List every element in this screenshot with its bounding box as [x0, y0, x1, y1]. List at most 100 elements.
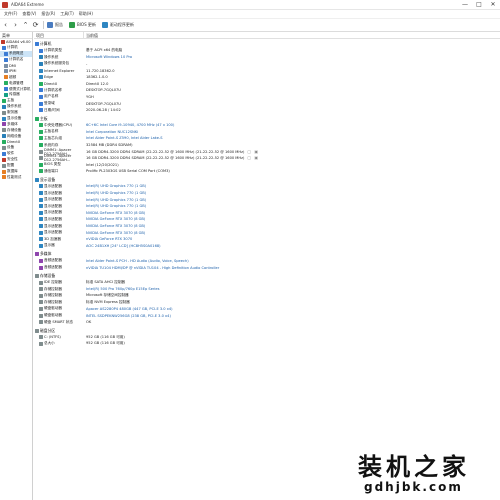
toolbar-button-0[interactable]: 报告: [47, 22, 63, 28]
value-cell: nVIDIA GeForce RTX 3070: [86, 237, 132, 241]
table-row[interactable]: 显示器 AOC 24B1XH [24" LCD] (HC8H5S0A0168): [34, 243, 500, 250]
table-row[interactable]: 系统内存 32584 MB (DDR4 SDRAM): [34, 142, 500, 149]
table-row[interactable]: 硬盘驱动器 Apacer AS2280P4 480GB (447 GB, PCI-…: [34, 306, 500, 313]
table-row[interactable]: 计算机名称 DESKTOP-7GQL07U: [34, 87, 500, 94]
table-row[interactable]: 主板芯片组 Intel Alder Point-S Z590, Intel Ald…: [34, 135, 500, 142]
table-row[interactable]: 显示适配器 NVIDIA GeForce RTX 3070 (8 GB): [34, 229, 500, 236]
forward-icon[interactable]: ›: [11, 21, 20, 30]
value-text[interactable]: nVIDIA TU104 HDMI/DP @ nVIDIA TU104 - Hi…: [86, 266, 219, 270]
table-row[interactable]: 主板名称 Intel Corporation NUC12SNKi: [34, 129, 500, 136]
table-row[interactable]: 显示适配器 Intel(R) UHD Graphics 770 (1 GB): [34, 183, 500, 190]
value-text[interactable]: nVIDIA GeForce RTX 3070: [86, 237, 132, 241]
value-text[interactable]: Intel(R) UHD Graphics 770 (1 GB): [86, 191, 146, 195]
column-value-header[interactable]: 当前值: [84, 32, 98, 38]
field-icon: [39, 306, 43, 311]
table-row[interactable]: 硬盘 SMART 状态 OK: [34, 319, 500, 326]
value-text[interactable]: AOC 24B1XH [24" LCD] (HC8H5S0A0168): [86, 244, 161, 248]
table-row[interactable]: 操作系统服务包 -: [34, 61, 500, 68]
value-cell: Intel(R) UHD Graphics 770 (1 GB): [86, 204, 146, 208]
table-row[interactable]: 总大小 952 GB (116 GB 可用): [34, 341, 500, 348]
value-text[interactable]: Intel Alder Point-S PCH - HD Audio (Audi…: [86, 259, 189, 263]
back-icon[interactable]: ‹: [1, 21, 10, 30]
column-field-header[interactable]: 项目: [34, 32, 84, 38]
value-cell: NVIDIA GeForce RTX 3070 (8 GB): [86, 217, 145, 221]
table-row[interactable]: 硬盘驱动器 INTEL SSDPEKNW256G8 (238 GB, PCI-E …: [34, 312, 500, 319]
toolbar-button-2[interactable]: 驱动程序更新: [101, 22, 134, 28]
table-row[interactable]: 3D 加速器 nVIDIA GeForce RTX 3070: [34, 236, 500, 243]
table-row[interactable]: 用户名称 YGH: [34, 94, 500, 101]
value-text[interactable]: NVIDIA GeForce RTX 3070 (8 GB): [86, 224, 145, 228]
table-row[interactable]: Edge 18362.1.0.0: [34, 74, 500, 81]
table-row[interactable]: 中央处理器(CPU) 6C+6C Intel Core i9-10940, 470…: [34, 122, 500, 129]
value-cell: Prolific PL2303GS USB Serial COM Port (C…: [86, 169, 170, 173]
value-text[interactable]: Microsoft Windows 10 Pro: [86, 55, 132, 59]
value-cell: Microsoft Windows 10 Pro: [86, 55, 132, 59]
table-row[interactable]: 显示适配器 Intel(R) UHD Graphics 770 (1 GB): [34, 190, 500, 197]
table-row[interactable]: 显示适配器 Intel(R) UHD Graphics 770 (1 GB): [34, 196, 500, 203]
table-row[interactable]: 日期/时间 2020-06-28 / 14:02: [34, 107, 500, 114]
table-row[interactable]: 显示适配器 NVIDIA GeForce RTX 3070 (8 GB): [34, 210, 500, 217]
field-icon: [39, 184, 43, 189]
table-row[interactable]: 音频适配器 Intel Alder Point-S PCH - HD Audio …: [34, 258, 500, 265]
field-cell: 显示器: [34, 243, 86, 248]
tree-item-icon: [2, 163, 6, 168]
table-row[interactable]: 通信端口 Prolific PL2303GS USB Serial COM Por…: [34, 168, 500, 175]
table-row[interactable]: 显示适配器 Intel(R) UHD Graphics 770 (1 GB): [34, 203, 500, 210]
copy-icon[interactable]: ▢: [247, 149, 251, 154]
table-row[interactable]: DirectX DirectX 12.0: [34, 80, 500, 87]
section: 多媒体 音频适配器 Intel Alder Point-S PCH - HD Aud…: [34, 251, 500, 271]
value-text[interactable]: INTEL SSDPEKNW256G8 (238 GB, PCI-E 3.0 x…: [86, 314, 171, 318]
value-text[interactable]: Intel Alder Point-S Z590, Intel Alder La…: [86, 136, 163, 140]
tree-item-label: DirectX: [7, 140, 21, 145]
toolbar-button-1[interactable]: BIOS 更新: [69, 22, 96, 28]
value-cell: NVIDIA GeForce RTX 3070 (8 GB): [86, 224, 145, 228]
value-cell: NVIDIA GeForce RTX 3070 (8 GB): [86, 211, 145, 215]
value-text[interactable]: NVIDIA GeForce RTX 3070 (8 GB): [86, 231, 145, 235]
value-text[interactable]: Intel(R) 500 Pro 760p/760p E15Ep Series: [86, 287, 159, 291]
section-icon: [35, 177, 39, 182]
table-row[interactable]: 登录域 DESKTOP-7GQL07U: [34, 100, 500, 107]
table-row[interactable]: C: (NTFS) 952 GB (116 GB 可用): [34, 334, 500, 341]
field-icon: [39, 224, 43, 229]
table-row[interactable]: Internet Explorer 11.720.18362.0: [34, 67, 500, 74]
tree-item-label: 软件: [7, 151, 15, 156]
menu-report[interactable]: 报告(R): [41, 11, 55, 17]
info-icon[interactable]: ▣: [254, 149, 258, 154]
minimize-icon[interactable]: —: [458, 0, 472, 10]
table-row[interactable]: BIOS 类型 Intel (12/20/2021): [34, 162, 500, 169]
table-row[interactable]: 显示适配器 NVIDIA GeForce RTX 3070 (8 GB): [34, 223, 500, 230]
field-cell: 显示适配器: [34, 217, 86, 222]
table-row[interactable]: DIMM3: Apacer D12.2756AH... 16 GB DDR4-32…: [34, 154, 500, 162]
table-row[interactable]: 操作系统 Microsoft Windows 10 Pro: [34, 54, 500, 61]
value-text: YGH: [86, 94, 94, 99]
table-row[interactable]: IDE 控制器 标准 SATA AHCI 控制器: [34, 279, 500, 286]
value-text[interactable]: Intel Corporation NUC12SNKi: [86, 130, 138, 134]
table-row[interactable]: 存储控制器 标准 NVM Express 控制器: [34, 299, 500, 306]
maximize-icon[interactable]: □: [472, 0, 486, 10]
value-text[interactable]: 6C+6C Intel Core i9-10940, 4700 MHz (47 …: [86, 123, 174, 127]
table-row[interactable]: DIMM1: Apacer D12.2756AH... 16 GB DDR4-32…: [34, 148, 500, 156]
value-text[interactable]: NVIDIA GeForce RTX 3070 (8 GB): [86, 217, 145, 221]
refresh-icon[interactable]: ⟳: [31, 21, 40, 30]
menu-tools[interactable]: 工具(T): [60, 11, 74, 17]
value-text[interactable]: NVIDIA GeForce RTX 3070 (8 GB): [86, 211, 145, 215]
table-row[interactable]: 存储控制器 Microsoft 存储空间控制器: [34, 293, 500, 300]
tree-item[interactable]: 性能测试: [0, 174, 32, 180]
menu-file[interactable]: 文件(F): [4, 11, 17, 17]
value-text[interactable]: Apacer AS2280P4 480GB (447 GB, PCI-E 3.0…: [86, 307, 173, 311]
menu-help[interactable]: 帮助(H): [79, 11, 93, 17]
tree-item-icon: [2, 169, 6, 174]
menu-view[interactable]: 查看(V): [22, 11, 36, 17]
table-row[interactable]: 显示适配器 NVIDIA GeForce RTX 3070 (8 GB): [34, 216, 500, 223]
table-row[interactable]: 存储控制器 Intel(R) 500 Pro 760p/760p E15Ep Se…: [34, 286, 500, 293]
table-row[interactable]: 音频适配器 nVIDIA TU104 HDMI/DP @ nVIDIA TU104…: [34, 264, 500, 271]
value-text[interactable]: Intel(R) UHD Graphics 770 (1 GB): [86, 184, 146, 188]
up-icon[interactable]: ⌃: [21, 21, 30, 30]
copy-icon[interactable]: ▢: [247, 156, 251, 160]
table-row[interactable]: 计算机类型 基于 ACPI x64 的电脑: [34, 48, 500, 55]
close-icon[interactable]: ✕: [486, 0, 500, 10]
value-text[interactable]: Intel(R) UHD Graphics 770 (1 GB): [86, 198, 146, 202]
info-icon[interactable]: ▣: [254, 156, 258, 160]
field-icon: [39, 156, 43, 161]
value-text[interactable]: Intel(R) UHD Graphics 770 (1 GB): [86, 204, 146, 208]
